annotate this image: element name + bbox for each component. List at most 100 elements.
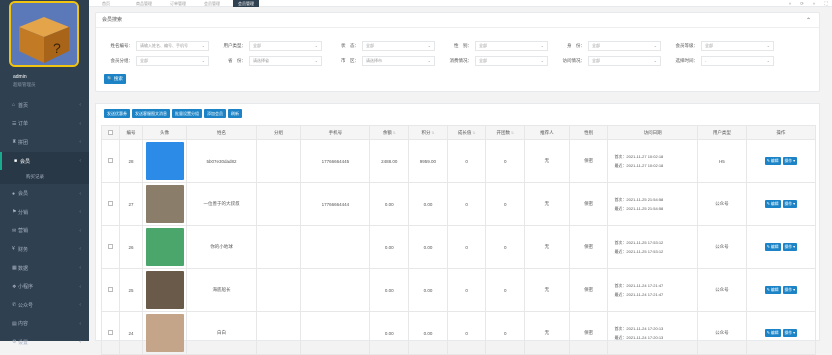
sidebar-item-4[interactable]: ● 会员 ‹: [0, 184, 89, 203]
filter-label: 状 态：: [341, 43, 359, 48]
filter-value: 全部: [479, 43, 487, 48]
toolbar-button-4[interactable]: 刷新: [228, 109, 242, 118]
admin-avatar[interactable]: ?: [9, 1, 79, 67]
sidebar-item-label: 数据: [18, 265, 29, 272]
filter-field[interactable]: 全部 ⌄: [701, 41, 774, 51]
table-cell: [300, 311, 371, 355]
search-panel: 会员搜索 ⌃ 姓名编号： 请输入姓名、编号、手机号 ⌄ 用户类型： 全部 ⌄ 状 态： 全部 ⌄…: [95, 12, 820, 92]
sort-icon[interactable]: ⇅: [430, 131, 434, 135]
chevron-icon: ‹: [79, 190, 81, 197]
filter-field[interactable]: 全部 ⌄: [362, 41, 435, 51]
edit-button[interactable]: ✎ 编辑: [764, 329, 781, 337]
sidebar: ? admin 超级管理员 ⌂ 首页 ‹ ☰ 订单 ‹ ♜ 拼团 ‹ ■ 会员 ‹ 购买记录 ● 会员 ‹ ⚑ 分…: [0, 0, 89, 346]
select-all-checkbox[interactable]: [108, 129, 114, 135]
sidebar-subitem[interactable]: 购买记录: [0, 170, 89, 185]
sidebar-item-1[interactable]: ☰ 订单 ‹: [0, 115, 89, 134]
filter-field[interactable]: 全部 ⌄: [475, 41, 548, 51]
table-cell: [100, 268, 121, 312]
search-button[interactable]: 🔍 搜索: [104, 74, 126, 84]
filter-field[interactable]: 请选择省 ⌄: [249, 56, 322, 66]
tab-2[interactable]: 订单管理: [165, 0, 191, 7]
filter-field[interactable]: 全部 ⌄: [475, 56, 548, 66]
table-cell: 你的小地球: [186, 225, 257, 269]
sidebar-item-3[interactable]: ■ 会员 ‹: [0, 151, 89, 171]
row-checkbox[interactable]: [108, 244, 114, 249]
toolbar-button-1[interactable]: 发送客服图文消息: [132, 109, 170, 118]
column-header[interactable]: 开团数 ⇅: [485, 125, 526, 140]
filter-field[interactable]: 全部 ⌄: [588, 56, 661, 66]
column-header[interactable]: 积分 ⇅: [408, 125, 448, 140]
member-table-panel: 发送优惠券 发送客服图文消息 批量设置分组 添加会员 刷新 编号 头像 姓名 分组 手机号 余额 …: [95, 103, 820, 355]
collapse-icon[interactable]: ⌃: [806, 17, 811, 24]
toolbar-button-3[interactable]: 添加会员: [204, 109, 226, 118]
sidebar-item-9[interactable]: ❖ 小程序 ‹: [0, 277, 89, 296]
edit-button[interactable]: ✎ 编辑: [764, 157, 781, 165]
column-header: 编号: [119, 125, 143, 140]
filter-field[interactable]: 全部 ⌄: [136, 56, 209, 66]
table-cell: [255, 139, 302, 183]
filter-field[interactable]: - ⌄: [701, 56, 774, 66]
column-header[interactable]: 成长值 ⇅: [446, 125, 487, 140]
sidebar-item-8[interactable]: ▦ 数据 ‹: [0, 259, 89, 278]
chevron-icon: ‹: [79, 120, 81, 127]
edit-button[interactable]: ✎ 编辑: [764, 243, 781, 251]
sidebar-item-11[interactable]: ▤ 内容 ‹: [0, 315, 89, 334]
tab-3[interactable]: 会员管理: [199, 0, 225, 7]
sidebar-item-2[interactable]: ♜ 拼团 ‹: [0, 133, 89, 152]
filter-field[interactable]: 请输入姓名、编号、手机号 ⌄: [136, 41, 209, 51]
sidebar-item-7[interactable]: ¥ 财务 ‹: [0, 240, 89, 259]
column-header: 访问日期: [607, 125, 698, 140]
sidebar-item-label: 会员: [18, 191, 29, 198]
table-cell: 保密: [568, 268, 609, 312]
filter-field[interactable]: 全部 ⌄: [249, 41, 322, 51]
sidebar-item-10[interactable]: ✆ 公众号 ‹: [0, 296, 89, 315]
sort-icon[interactable]: ⇅: [471, 131, 475, 135]
filter-label: 选择时间：: [675, 58, 699, 63]
toolbar-button-2[interactable]: 批量设置分组: [172, 109, 202, 118]
search-row-1: 姓名编号： 请输入姓名、编号、手机号 ⌄ 用户类型： 全部 ⌄ 状 态： 全部 ⌄ 性 别： 全部 ⌄…: [96, 41, 774, 51]
more-actions-button[interactable]: 操作 ▾: [782, 200, 798, 208]
chevron-icon: ‹: [79, 227, 81, 234]
more-actions-button[interactable]: 操作 ▾: [782, 157, 798, 165]
table-cell: 公众号: [696, 182, 747, 226]
row-checkbox[interactable]: [108, 287, 114, 292]
more-actions-button[interactable]: 操作 ▾: [782, 286, 798, 294]
table-row: 28 5b07e30dad82 17766664445 2488.00 9959.00 0…: [100, 139, 817, 183]
column-header[interactable]: 余额 ⇅: [369, 125, 410, 140]
filter-label: 姓名编号：: [110, 43, 134, 48]
row-checkbox[interactable]: [108, 201, 114, 206]
more-actions-button[interactable]: 操作 ▾: [782, 329, 798, 337]
prev-icon[interactable]: «: [784, 0, 796, 7]
sidebar-item-6[interactable]: ✉ 营销 ‹: [0, 222, 89, 241]
sidebar-item-5[interactable]: ⚑ 分销 ‹: [0, 203, 89, 222]
sort-icon[interactable]: ⇅: [392, 131, 396, 135]
filter-field[interactable]: 请选择市 ⌄: [362, 56, 435, 66]
fullscreen-icon[interactable]: ⛶: [820, 0, 832, 7]
filter-field[interactable]: 全部 ⌄: [588, 41, 661, 51]
sort-icon[interactable]: ⇅: [510, 131, 514, 135]
sidebar-item-0[interactable]: ⌂ 首页 ‹: [0, 96, 89, 115]
refresh-icon[interactable]: ⟳: [796, 0, 808, 7]
more-actions-button[interactable]: 操作 ▾: [782, 243, 798, 251]
column-header: 头像: [141, 125, 188, 140]
tab-4[interactable]: 会员管理: [233, 0, 259, 7]
sidebar-item-12[interactable]: ⚙ 设置 ‹: [0, 333, 89, 352]
chevron-icon: ‹: [79, 265, 81, 272]
toolbar-button-0[interactable]: 发送优惠券: [104, 109, 130, 118]
tab-1[interactable]: 商品管理: [131, 0, 157, 7]
tab-0[interactable]: 首页: [97, 0, 115, 7]
table-cell: 17766664444: [300, 182, 371, 226]
table-cell: [100, 182, 121, 226]
row-checkbox[interactable]: [108, 330, 114, 335]
table-cell: [255, 225, 302, 269]
table-cell: [141, 182, 188, 226]
table-cell: [141, 225, 188, 269]
next-icon[interactable]: »: [808, 0, 820, 7]
chevron-down-icon: ⌄: [653, 58, 657, 63]
user-avatar: [145, 228, 184, 266]
edit-button[interactable]: ✎ 编辑: [764, 286, 781, 294]
table-cell: [255, 182, 302, 226]
row-checkbox[interactable]: [108, 158, 114, 163]
edit-button[interactable]: ✎ 编辑: [764, 200, 781, 208]
filter-label: 会员等级：: [675, 43, 699, 48]
